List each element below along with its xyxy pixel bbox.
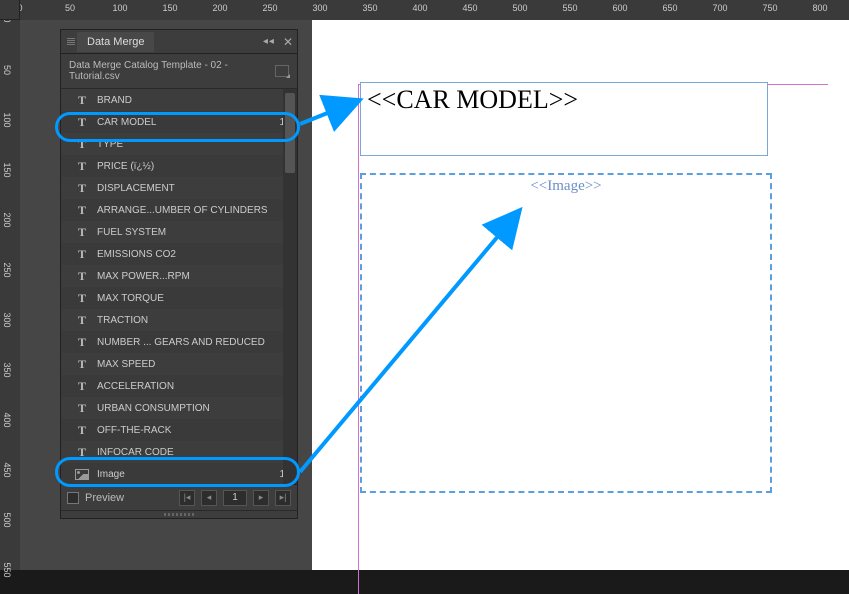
ruler-vertical: 050100150200250300350400450500550 [0, 20, 20, 570]
field-row-arrange-umber-of-cylinders[interactable]: T ARRANGE...UMBER OF CYLINDERS [61, 199, 297, 221]
field-row-acceleration[interactable]: T ACCELERATION [61, 375, 297, 397]
field-row-displacement[interactable]: T DISPLACEMENT [61, 177, 297, 199]
field-row-traction[interactable]: T TRACTION [61, 309, 297, 331]
text-field-icon: T [78, 445, 86, 460]
text-field-icon: T [78, 357, 86, 372]
text-field-icon: T [78, 115, 86, 130]
preview-checkbox[interactable] [67, 492, 79, 504]
nav-page-input[interactable]: 1 [223, 490, 247, 506]
field-label: EMISSIONS CO2 [97, 249, 277, 260]
field-row-off-the-rack[interactable]: T OFF-THE-RACK [61, 419, 297, 441]
field-row-infocar-code[interactable]: T INFOCAR CODE [61, 441, 297, 463]
field-label: ARRANGE...UMBER OF CYLINDERS [97, 205, 277, 216]
data-merge-panel[interactable]: Data Merge ◂◂ ✕ Data Merge Catalog Templ… [60, 29, 298, 519]
field-row-number-gears-and-reduced[interactable]: T NUMBER ... GEARS AND REDUCED [61, 331, 297, 353]
text-field-icon: T [78, 181, 86, 196]
text-field-icon: T [78, 137, 86, 152]
field-row-emissions-co2[interactable]: T EMISSIONS CO2 [61, 243, 297, 265]
field-row-urban-consumption[interactable]: T URBAN CONSUMPTION [61, 397, 297, 419]
field-label: INFOCAR CODE [97, 447, 277, 458]
field-label: CAR MODEL [97, 117, 271, 128]
field-label: MAX TORQUE [97, 293, 277, 304]
panel-grip[interactable] [65, 36, 77, 47]
field-row-max-speed[interactable]: T MAX SPEED [61, 353, 297, 375]
panel-footer: Preview |◂ ◂ 1 ▸ ▸| [61, 484, 297, 510]
ruler-corner [0, 0, 20, 20]
field-row-max-power-rpm[interactable]: T MAX POWER...RPM [61, 265, 297, 287]
text-field-icon: T [78, 313, 86, 328]
nav-last-button[interactable]: ▸| [275, 490, 291, 506]
nav-prev-button[interactable]: ◂ [201, 490, 217, 506]
image-placeholder: <<Image>> [362, 175, 770, 195]
text-placeholder: <<CAR MODEL>> [361, 83, 767, 117]
field-label: URBAN CONSUMPTION [97, 403, 277, 414]
panel-tab[interactable]: Data Merge [77, 32, 154, 52]
preview-label: Preview [85, 492, 124, 504]
field-label: TRACTION [97, 315, 277, 326]
field-label: BRAND [97, 95, 277, 106]
panel-resize-handle[interactable] [61, 510, 297, 518]
data-source-row: Data Merge Catalog Template - 02 - Tutor… [61, 54, 297, 89]
nav-next-button[interactable]: ▸ [253, 490, 269, 506]
field-row-price-[interactable]: T PRICE (ï¿½) [61, 155, 297, 177]
ruler-horizontal: 0501001502002503003504004505005506006507… [20, 0, 849, 20]
field-label: DISPLACEMENT [97, 183, 277, 194]
nav-first-button[interactable]: |◂ [179, 490, 195, 506]
select-source-button[interactable] [275, 65, 289, 77]
field-label: OFF-THE-RACK [97, 425, 277, 436]
text-field-icon: T [78, 423, 86, 438]
text-field-icon: T [78, 401, 86, 416]
panel-menu-icon[interactable]: ◂◂ [263, 36, 275, 47]
field-row-max-torque[interactable]: T MAX TORQUE [61, 287, 297, 309]
text-field-icon: T [78, 225, 86, 240]
text-field-icon: T [78, 93, 86, 108]
field-label: TYPE [97, 139, 277, 150]
text-field-icon: T [78, 379, 86, 394]
field-row-car-model[interactable]: TCAR MODEL1 [61, 111, 297, 133]
text-field-icon: T [78, 291, 86, 306]
image-field-icon [75, 469, 89, 480]
field-row-image[interactable]: Image1 [61, 463, 297, 484]
image-frame[interactable]: <<Image>> [360, 173, 772, 493]
field-label: ACCELERATION [97, 381, 277, 392]
field-label: MAX SPEED [97, 359, 277, 370]
field-list[interactable]: TBRANDTCAR MODEL1TTYPETPRICE (ï¿½)TDISPL… [61, 89, 297, 484]
scrollbar[interactable] [283, 89, 297, 484]
field-label: Image [97, 469, 271, 480]
field-label: FUEL SYSTEM [97, 227, 277, 238]
text-field-icon: T [78, 269, 86, 284]
data-source-filename: Data Merge Catalog Template - 02 - Tutor… [69, 60, 275, 82]
panel-header[interactable]: Data Merge ◂◂ ✕ [61, 30, 297, 54]
field-row-brand[interactable]: T BRAND [61, 89, 297, 111]
text-frame-car-model[interactable]: <<CAR MODEL>> [360, 82, 768, 156]
field-row-fuel-system[interactable]: T FUEL SYSTEM [61, 221, 297, 243]
document-canvas[interactable]: <<CAR MODEL>> <<Image>> [312, 20, 849, 570]
field-label: NUMBER ... GEARS AND REDUCED [97, 337, 277, 348]
field-label: PRICE (ï¿½) [97, 161, 277, 172]
text-field-icon: T [78, 203, 86, 218]
text-field-icon: T [78, 335, 86, 350]
field-label: MAX POWER...RPM [97, 271, 277, 282]
text-field-icon: T [78, 159, 86, 174]
scrollbar-thumb[interactable] [285, 93, 295, 173]
text-field-icon: T [78, 247, 86, 262]
close-icon[interactable]: ✕ [283, 35, 293, 49]
field-row-type[interactable]: T TYPE [61, 133, 297, 155]
